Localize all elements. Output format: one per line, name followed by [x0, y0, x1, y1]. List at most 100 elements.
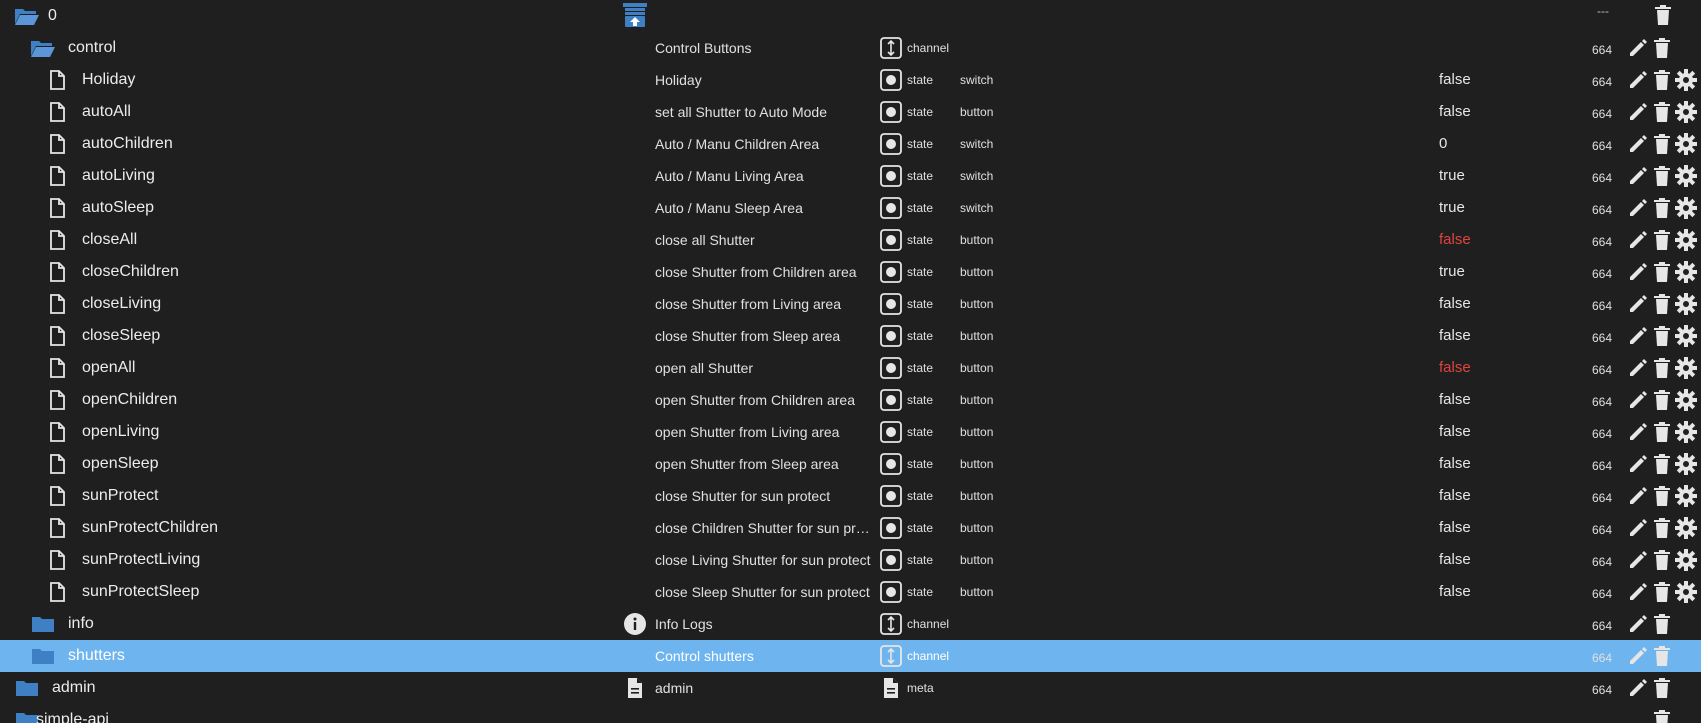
- delete-icon[interactable]: [1651, 389, 1673, 411]
- object-value[interactable]: false: [1439, 320, 1471, 352]
- file-icon[interactable]: [44, 580, 70, 604]
- tree-row[interactable]: closeAll close all Shutter state button fals…: [0, 224, 1701, 256]
- tree-row[interactable]: shutters Control shutters channel 664: [0, 640, 1701, 672]
- object-name[interactable]: admin: [655, 672, 877, 704]
- delete-icon[interactable]: [1651, 453, 1673, 475]
- object-name[interactable]: close Shutter from Sleep area: [655, 320, 877, 352]
- edit-icon[interactable]: [1627, 357, 1649, 379]
- object-role[interactable]: button: [960, 416, 993, 448]
- delete-icon[interactable]: [1651, 549, 1673, 571]
- object-value[interactable]: false: [1439, 448, 1471, 480]
- object-value[interactable]: false: [1439, 352, 1471, 384]
- object-name[interactable]: close Children Shutter for sun prot...: [655, 512, 877, 544]
- edit-icon[interactable]: [1627, 37, 1649, 59]
- object-value[interactable]: false: [1439, 96, 1471, 128]
- object-name[interactable]: Auto / Manu Living Area: [655, 160, 877, 192]
- tree-row[interactable]: closeSleep close Shutter from Sleep area s…: [0, 320, 1701, 352]
- file-icon[interactable]: [44, 228, 70, 252]
- tree-row[interactable]: openAll open all Shutter state button false 6…: [0, 352, 1701, 384]
- settings-icon[interactable]: [1675, 389, 1697, 411]
- tree-row[interactable]: sunProtectChildren close Children Shutter…: [0, 512, 1701, 544]
- object-name[interactable]: Info Logs: [655, 608, 877, 640]
- tree-row[interactable]: openLiving open Shutter from Living area s…: [0, 416, 1701, 448]
- delete-icon[interactable]: [1651, 325, 1673, 347]
- object-role[interactable]: switch: [960, 64, 993, 96]
- edit-icon[interactable]: [1627, 389, 1649, 411]
- tree-row[interactable]: simple-api: [0, 704, 1701, 723]
- file-icon[interactable]: [44, 388, 70, 412]
- file-icon[interactable]: [44, 68, 70, 92]
- object-value[interactable]: false: [1439, 480, 1471, 512]
- tree-row[interactable]: info Info Logs channel 664: [0, 608, 1701, 640]
- object-value[interactable]: false: [1439, 544, 1471, 576]
- delete-icon[interactable]: [1651, 709, 1673, 723]
- object-value[interactable]: true: [1439, 160, 1465, 192]
- object-role[interactable]: switch: [960, 192, 993, 224]
- object-name[interactable]: set all Shutter to Auto Mode: [655, 96, 877, 128]
- object-name[interactable]: open Shutter from Sleep area: [655, 448, 877, 480]
- object-value[interactable]: 0: [1439, 128, 1447, 160]
- object-role[interactable]: button: [960, 480, 993, 512]
- edit-icon[interactable]: [1627, 517, 1649, 539]
- delete-icon[interactable]: [1651, 485, 1673, 507]
- file-icon[interactable]: [44, 356, 70, 380]
- delete-icon[interactable]: [1651, 261, 1673, 283]
- object-value[interactable]: true: [1439, 192, 1465, 224]
- object-role[interactable]: button: [960, 384, 993, 416]
- folder-open-icon[interactable]: [14, 4, 40, 28]
- settings-icon[interactable]: [1675, 197, 1697, 219]
- edit-icon[interactable]: [1627, 645, 1649, 667]
- object-role[interactable]: button: [960, 288, 993, 320]
- object-role[interactable]: button: [960, 224, 993, 256]
- upload-image-icon[interactable]: [622, 3, 648, 27]
- file-icon[interactable]: [44, 292, 70, 316]
- delete-icon[interactable]: [1651, 421, 1673, 443]
- settings-icon[interactable]: [1675, 325, 1697, 347]
- object-value[interactable]: false: [1439, 416, 1471, 448]
- object-name[interactable]: close Living Shutter for sun protect: [655, 544, 877, 576]
- object-name[interactable]: close Shutter from Living area: [655, 288, 877, 320]
- edit-icon[interactable]: [1627, 325, 1649, 347]
- delete-icon[interactable]: [1651, 101, 1673, 123]
- tree-row[interactable]: autoLiving Auto / Manu Living Area state sw…: [0, 160, 1701, 192]
- settings-icon[interactable]: [1675, 517, 1697, 539]
- edit-icon[interactable]: [1627, 261, 1649, 283]
- file-icon[interactable]: [44, 420, 70, 444]
- settings-icon[interactable]: [1675, 485, 1697, 507]
- object-value[interactable]: false: [1439, 576, 1471, 608]
- tree-row[interactable]: openSleep open Shutter from Sleep area sta…: [0, 448, 1701, 480]
- edit-icon[interactable]: [1627, 613, 1649, 635]
- file-icon[interactable]: [44, 548, 70, 572]
- edit-icon[interactable]: [1627, 293, 1649, 315]
- file-icon[interactable]: [44, 260, 70, 284]
- settings-icon[interactable]: [1675, 229, 1697, 251]
- object-name[interactable]: open Shutter from Children area: [655, 384, 877, 416]
- delete-icon[interactable]: [1651, 581, 1673, 603]
- tree-row[interactable]: admin admin meta 664: [0, 672, 1701, 704]
- file-icon[interactable]: [44, 164, 70, 188]
- tree-row[interactable]: sunProtect close Shutter for sun protect s…: [0, 480, 1701, 512]
- edit-icon[interactable]: [1627, 421, 1649, 443]
- delete-icon[interactable]: [1651, 69, 1673, 91]
- object-name[interactable]: Holiday: [655, 64, 877, 96]
- file-icon[interactable]: [44, 516, 70, 540]
- folder-icon[interactable]: [30, 644, 56, 668]
- settings-icon[interactable]: [1675, 101, 1697, 123]
- edit-icon[interactable]: [1627, 165, 1649, 187]
- object-role[interactable]: button: [960, 320, 993, 352]
- object-value[interactable]: false: [1439, 384, 1471, 416]
- folder-icon[interactable]: [30, 612, 56, 636]
- file-icon[interactable]: [44, 324, 70, 348]
- settings-icon[interactable]: [1675, 421, 1697, 443]
- object-value[interactable]: false: [1439, 288, 1471, 320]
- object-role[interactable]: button: [960, 512, 993, 544]
- tree-row[interactable]: autoAll set all Shutter to Auto Mode state…: [0, 96, 1701, 128]
- tree-row[interactable]: openChildren open Shutter from Children a…: [0, 384, 1701, 416]
- delete-icon[interactable]: [1651, 37, 1673, 59]
- tree-row[interactable]: Holiday Holiday state switch false 664: [0, 64, 1701, 96]
- edit-icon[interactable]: [1627, 133, 1649, 155]
- settings-icon[interactable]: [1675, 293, 1697, 315]
- file-icon[interactable]: [44, 196, 70, 220]
- object-name[interactable]: Auto / Manu Sleep Area: [655, 192, 877, 224]
- object-value[interactable]: true: [1439, 256, 1465, 288]
